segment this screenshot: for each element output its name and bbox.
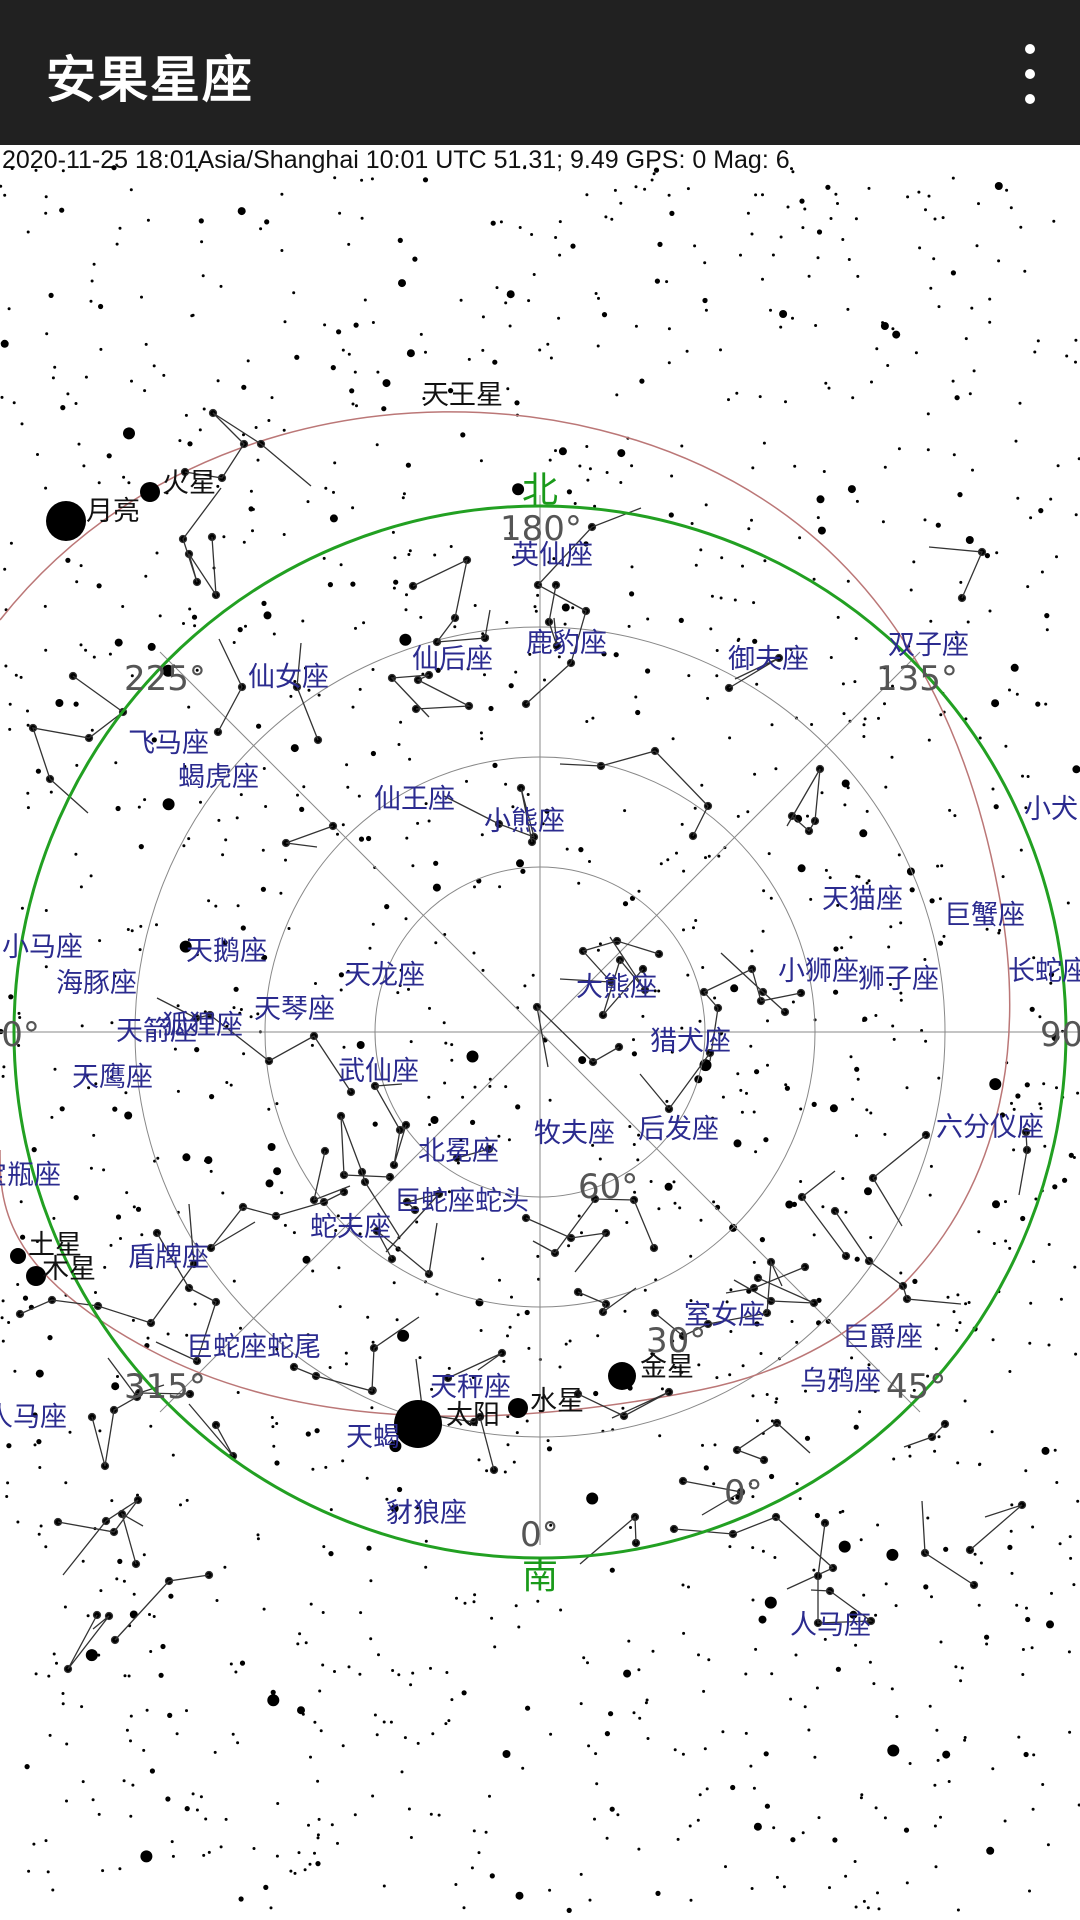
constellation-label: 天猫座 [822, 884, 903, 915]
constellation-label: 乌鸦座 [800, 1366, 881, 1397]
degree-225: 225° [124, 659, 206, 699]
degree-45: 45° [886, 1367, 946, 1407]
constellation-label: 狐狸座 [162, 1010, 243, 1041]
mercury-disc [508, 1398, 528, 1418]
constellation-label: 武仙座 [338, 1056, 419, 1087]
constellation-label: 宝瓶座 [0, 1160, 61, 1191]
constellation-label: 御夫座 [728, 644, 809, 675]
constellation-label: 天蝎 [346, 1422, 400, 1453]
planet-label-uranus: 天王星 [422, 380, 503, 411]
planet-label-sun: 太阳 [446, 1400, 500, 1431]
constellation-label: 小狮座 [778, 956, 859, 987]
constellation-label: 小马座 [2, 932, 83, 963]
degree-0-a: 0° [724, 1473, 763, 1513]
degree-60: 60° [578, 1167, 638, 1207]
constellation-label: 巨蛇座蛇头 [394, 1186, 529, 1217]
constellation-label: 巨蟹座 [944, 900, 1025, 931]
constellation-label: 天鹅座 [186, 936, 267, 967]
planet-label-jupiter: 木星 [42, 1254, 96, 1285]
constellation-label: 狮子座 [858, 964, 939, 995]
constellation-label: 豺狼座 [386, 1498, 467, 1529]
constellation-label: 小犬 [1024, 794, 1078, 825]
degree-315: 315° [124, 1367, 206, 1407]
compass-north: 北 [522, 470, 558, 511]
sky-map[interactable]: 北 南 180° 225° 135° 270° 90° 315° 45° 60°… [0, 145, 1080, 1920]
constellation-label: 猎犬座 [650, 1026, 731, 1057]
degree-90: 90° [1040, 1015, 1080, 1055]
constellation-label: 海豚座 [56, 968, 137, 999]
constellation-label: 大熊座 [576, 972, 657, 1003]
degree-270: 270° [0, 1015, 40, 1055]
constellation-label: 六分仪座 [936, 1112, 1044, 1143]
constellation-label: 英仙座 [512, 540, 593, 571]
planet-label-venus: 金星 [640, 1352, 694, 1383]
constellation-label: 后发座 [638, 1114, 719, 1145]
constellation-label: 蛇夫座 [310, 1212, 391, 1243]
constellation-label: 仙王座 [374, 784, 455, 815]
constellation-label: 北冕座 [418, 1136, 499, 1167]
saturn-disc [10, 1248, 26, 1264]
planet-label-mercury: 水星 [530, 1386, 584, 1417]
constellation-label: 仙后座 [412, 644, 493, 675]
constellation-label: 双子座 [888, 630, 969, 661]
constellation-label: 室女座 [684, 1300, 765, 1331]
degree-0-b: 0° [520, 1515, 559, 1555]
constellation-label: 鹿豹座 [526, 628, 607, 659]
constellation-label: 牧夫座 [534, 1118, 615, 1149]
constellation-label: 小熊座 [484, 806, 565, 837]
constellation-label: 飞马座 [128, 728, 209, 759]
constellation-label: 巨蛇座蛇尾 [186, 1332, 321, 1363]
sun-disc [394, 1400, 442, 1448]
venus-disc [608, 1362, 636, 1390]
mars-disc [140, 482, 160, 502]
more-vertical-icon[interactable] [1010, 44, 1050, 104]
constellation-label: 仙女座 [248, 662, 329, 693]
constellation-label: 天鹰座 [72, 1062, 153, 1093]
constellation-label: 天秤座 [430, 1372, 511, 1403]
constellation-label: 盾牌座 [128, 1242, 209, 1273]
planet-label-moon: 月亮 [86, 496, 140, 527]
constellation-label: 天龙座 [344, 960, 425, 991]
constellation-label: 巨爵座 [842, 1322, 923, 1353]
constellation-label: 天琴座 [254, 994, 335, 1025]
constellation-label: 人马座 [790, 1610, 871, 1641]
moon-disc [46, 501, 86, 541]
compass-south: 南 [522, 1556, 558, 1597]
degree-135: 135° [876, 659, 958, 699]
constellation-label: 人马座 [0, 1402, 67, 1433]
constellation-label: 长蛇座 [1008, 956, 1080, 987]
app-title: 安果星座 [46, 51, 254, 109]
constellation-label: 蝎虎座 [178, 762, 259, 793]
planet-label-mars: 火星 [162, 468, 216, 499]
app-bar: 安果星座 [0, 0, 1080, 145]
